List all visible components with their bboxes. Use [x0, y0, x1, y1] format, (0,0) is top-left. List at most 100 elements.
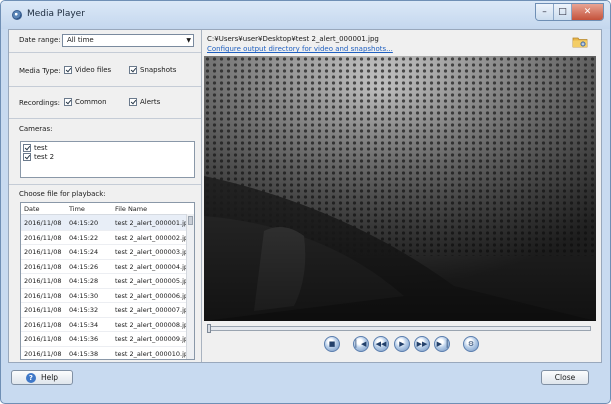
table-row[interactable]: 2016/11/08 04:15:22 test 2_alert_000002.jp… [21, 230, 192, 245]
choose-file-label: Choose file for playback: [19, 190, 106, 198]
file-name: test 2_alert_000009.jpg [115, 335, 193, 343]
file-date: 2016/11/08 [24, 306, 62, 314]
date-range-dropdown[interactable]: All time ▼ [62, 34, 194, 47]
cameras-label: Cameras: [19, 125, 53, 133]
common-label: Common [75, 98, 107, 106]
help-icon: ? [25, 372, 36, 383]
common-checkbox[interactable]: Common [64, 98, 107, 106]
file-name: test 2_alert_000006.jpg [115, 291, 193, 300]
camera-label: test 2 [34, 153, 55, 161]
file-time: 04:15:30 [69, 291, 99, 300]
file-date: 2016/11/08 [24, 219, 62, 227]
file-path: C:¥Users¥user¥Desktop¥test 2_alert_00000… [207, 35, 379, 43]
table-row[interactable]: 2016/11/08 04:15:36 test 2_alert_000009.jp… [21, 331, 192, 347]
file-name: test 2_alert_000003.jpg [115, 248, 193, 256]
table-row[interactable]: 2016/11/08 04:15:28 test 2_alert_000005.jp… [21, 273, 192, 289]
seek-thumb[interactable] [207, 324, 211, 333]
file-date: 2016/11/08 [24, 262, 62, 271]
file-date: 2016/11/08 [24, 335, 62, 343]
media-type-label: Media Type: [19, 67, 61, 75]
main-panel: Date range: All time ▼ Media Type: Video… [8, 29, 602, 363]
rewind-button[interactable]: ◀◀ [373, 336, 389, 352]
date-range-section: Date range: All time ▼ [9, 30, 201, 53]
media-player-icon [12, 10, 22, 20]
scrollbar-thumb[interactable] [188, 216, 193, 225]
file-time: 04:15:24 [69, 248, 99, 256]
table-row[interactable]: 2016/11/08 04:15:30 test 2_alert_000006.jp… [21, 288, 192, 303]
first-frame-button[interactable]: ▏◀ [353, 336, 369, 352]
chevron-down-icon: ▼ [186, 37, 191, 44]
file-date: 2016/11/08 [24, 248, 62, 256]
snapshots-checkbox[interactable]: Snapshots [129, 66, 176, 74]
file-time: 04:15:34 [69, 320, 99, 329]
close-window-button[interactable]: ✕ [572, 4, 603, 20]
video-preview[interactable] [204, 56, 596, 321]
table-row[interactable]: 2016/11/08 04:15:32 test 2_alert_000007.jp… [21, 302, 192, 318]
checkbox-checked-icon [129, 66, 137, 74]
file-date: 2016/11/08 [24, 291, 62, 300]
column-header-file-name[interactable]: File Name [115, 205, 147, 213]
file-date: 2016/11/08 [24, 320, 62, 329]
table-row[interactable]: 2016/11/08 04:15:20 test 2_alert_000001.jp… [21, 215, 192, 231]
file-name: test 2_alert_000001.jpg [115, 219, 193, 227]
video-frame-vignette [204, 56, 596, 321]
rewind-icon: ◀◀ [375, 339, 387, 348]
folder-settings-icon[interactable] [572, 35, 588, 48]
file-date: 2016/11/08 [24, 233, 62, 242]
checkbox-checked-icon [64, 98, 72, 106]
table-row[interactable]: 2016/11/08 04:15:38 test 2_alert_000010.jp… [21, 346, 192, 360]
table-header: Date Time File Name [21, 203, 194, 215]
gear-icon: ⚙ [467, 339, 475, 348]
title-bar[interactable]: Media Player – □ ✕ [1, 1, 610, 29]
camera-item[interactable]: test 2 [23, 153, 54, 161]
table-row[interactable]: 2016/11/08 04:15:26 test 2_alert_000004.jp… [21, 259, 192, 274]
maximize-button[interactable]: □ [554, 4, 572, 20]
video-files-checkbox[interactable]: Video files [64, 66, 111, 74]
snapshots-label: Snapshots [140, 66, 177, 74]
camera-item[interactable]: test [23, 144, 47, 152]
date-range-value: All time [67, 36, 94, 44]
video-files-label: Video files [75, 66, 112, 74]
play-button[interactable]: ▶ [394, 336, 410, 352]
stop-button[interactable]: ■ [324, 336, 340, 352]
skip-back-icon: ▏◀ [355, 339, 367, 348]
close-button[interactable]: Close [541, 370, 589, 385]
close-icon: ✕ [583, 7, 592, 17]
file-table: Date Time File Name 2016/11/08 04:15:20 te… [20, 202, 195, 360]
file-time: 04:15:20 [69, 219, 99, 227]
table-row[interactable]: 2016/11/08 04:15:24 test 2_alert_000003.jp… [21, 244, 192, 260]
help-button[interactable]: ? Help [11, 370, 73, 385]
close-label: Close [554, 373, 576, 382]
bottom-bar: ? Help Close [1, 363, 610, 403]
seek-bar[interactable] [207, 324, 591, 333]
window-title: Media Player [27, 9, 85, 19]
column-header-date[interactable]: Date [24, 205, 40, 213]
settings-button[interactable]: ⚙ [463, 336, 479, 352]
recordings-label: Recordings: [19, 99, 61, 107]
file-time: 04:15:22 [69, 233, 99, 242]
file-date: 2016/11/08 [24, 349, 62, 358]
configure-output-link[interactable]: Configure output directory for video and… [207, 45, 393, 53]
vertical-scrollbar[interactable] [186, 214, 194, 359]
file-time: 04:15:36 [69, 335, 99, 343]
file-time: 04:15:28 [69, 277, 99, 285]
media-player-window: Media Player – □ ✕ Date range: All time … [0, 0, 611, 404]
camera-list: test test 2 [20, 141, 195, 178]
checkbox-checked-icon [23, 144, 31, 152]
table-row[interactable]: 2016/11/08 04:15:34 test 2_alert_000008.jp… [21, 317, 192, 332]
file-name: test 2_alert_000004.jpg [115, 262, 193, 271]
column-header-time[interactable]: Time [69, 205, 85, 213]
file-time: 04:15:26 [69, 262, 99, 271]
minimize-button[interactable]: – [536, 4, 554, 20]
minimize-icon: – [542, 7, 547, 17]
window-controls: – □ ✕ [535, 3, 604, 21]
help-label: Help [40, 373, 59, 382]
filter-panel: Date range: All time ▼ Media Type: Video… [9, 30, 202, 362]
alerts-checkbox[interactable]: Alerts [129, 98, 160, 106]
stop-icon: ■ [328, 339, 336, 348]
checkbox-checked-icon [129, 98, 137, 106]
file-name: test 2_alert_000007.jpg [115, 306, 193, 314]
fast-forward-button[interactable]: ▶▶ [414, 336, 430, 352]
last-frame-button[interactable]: ▶▕ [434, 336, 450, 352]
maximize-icon: □ [558, 7, 567, 17]
